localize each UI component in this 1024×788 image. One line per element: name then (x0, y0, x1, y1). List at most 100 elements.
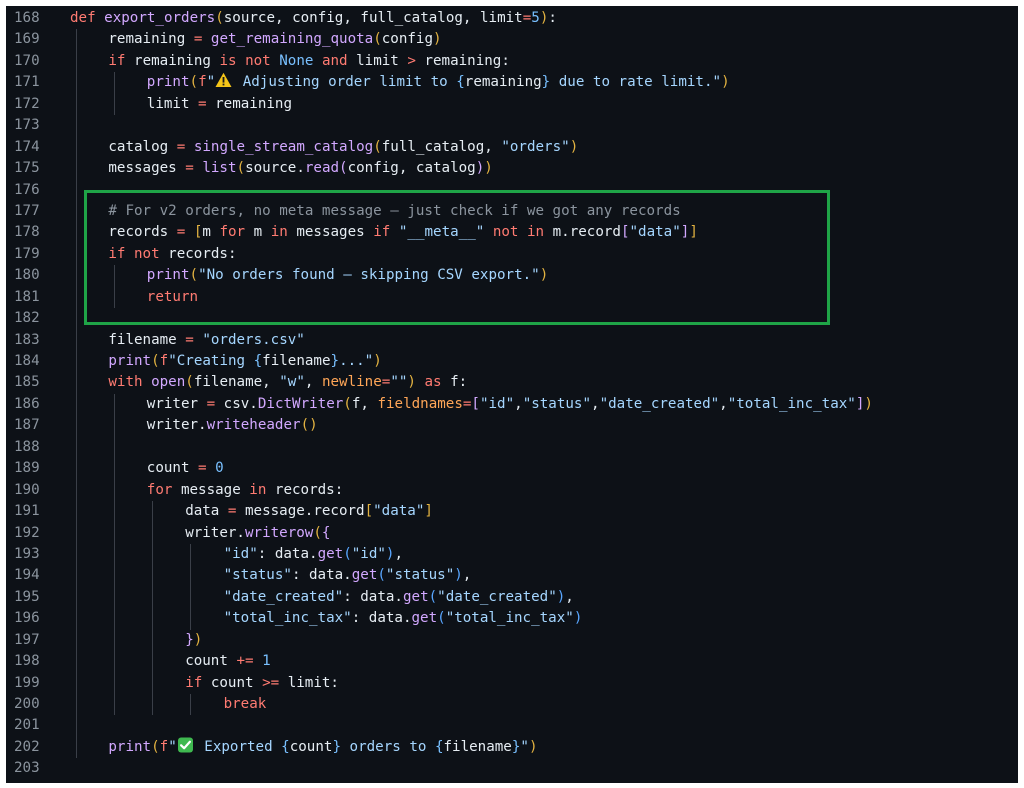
code-line[interactable]: 186 writer = csv.DictWriter(f, fieldnames… (6, 393, 1018, 416)
code-line[interactable]: 192 writer.writerow({ (6, 522, 1018, 544)
code-line[interactable]: 197}) (6, 629, 1018, 652)
code-text: records = [m for m in messages if "__met… (108, 222, 697, 243)
code-token: print (108, 738, 152, 755)
code-token: = (176, 138, 186, 155)
line-number: 187 (14, 417, 40, 434)
code-line[interactable]: 190 for message in records: (6, 479, 1018, 502)
indent-guide (114, 501, 115, 523)
code-token: count (202, 674, 263, 691)
indent-guide (114, 672, 115, 694)
code-line[interactable]: 180 print("No orders found – skipping CSV… (6, 265, 1018, 287)
indent-guide (76, 308, 77, 330)
code-line[interactable]: 171 print(f" Adjusting order limit to {re… (6, 72, 1018, 94)
code-line[interactable]: 177 # For v2 orders, no meta message — ju… (6, 200, 1018, 223)
code-line[interactable]: 179 if not records: (6, 243, 1018, 266)
code-text: return (147, 287, 198, 308)
code-line[interactable]: 203 (6, 758, 1018, 779)
code-line[interactable]: 183 filename = "orders.csv" (6, 329, 1018, 351)
line-number: 200 (14, 696, 40, 712)
code-token: ) (556, 588, 566, 605)
code-line[interactable]: 193 "id": data.get("id"), (6, 543, 1018, 566)
code-token: get (411, 610, 438, 627)
code-line[interactable]: 199 if count >= limit: (6, 672, 1018, 694)
code-token: f (198, 74, 207, 91)
indent-guide (76, 479, 77, 502)
code-line[interactable]: 189 count = 0 (6, 458, 1018, 480)
code-token: remaining: (415, 52, 510, 69)
code-token: ) (373, 353, 382, 369)
line-number: 188 (14, 438, 40, 455)
code-line[interactable]: 200 break (6, 694, 1018, 716)
code-line[interactable]: 175 messages = list(source.read(config, c… (6, 158, 1018, 180)
code-token: = (198, 460, 207, 477)
line-number: 191 (14, 503, 40, 520)
indent-guide (114, 479, 115, 502)
code-line[interactable]: 194 "status": data.get("status"), (6, 565, 1018, 587)
code-editor[interactable]: 168 def export_orders(source, config, ful… (6, 6, 1018, 783)
code-text: writer = csv.DictWriter(f, fieldnames=["… (147, 394, 873, 415)
code-line[interactable]: 174 catalog = single_stream_catalog(full_… (6, 136, 1018, 159)
code-token: return (146, 288, 199, 305)
code-token: export_orders (104, 10, 216, 26)
indent-guide (76, 136, 77, 159)
code-line[interactable]: 191 data = message.record["data"] (6, 501, 1018, 523)
line-number: 203 (14, 760, 40, 777)
code-line[interactable]: 201 (6, 715, 1018, 737)
code-token: ( (236, 160, 246, 177)
code-line[interactable]: 198 count += 1 (6, 651, 1018, 673)
code-token: ( (428, 588, 438, 605)
code-token: f, (351, 395, 378, 412)
code-token: ) (407, 374, 416, 391)
code-text: writer.writeheader() (147, 415, 318, 436)
code-line[interactable]: 181 return (6, 286, 1018, 309)
code-text: "status": data.get("status"), (224, 565, 472, 586)
code-token: "total_inc_tax" (727, 395, 856, 412)
code-token: for (219, 224, 246, 241)
code-line[interactable]: 196 "total_inc_tax": data.get("total_inc_… (6, 608, 1018, 630)
indent-guide (76, 222, 77, 244)
code-line[interactable]: 202 print(f" Exported {count} orders to {… (6, 736, 1018, 759)
code-token: "status" (522, 395, 592, 412)
code-token: " (206, 74, 216, 91)
line-number: 199 (14, 674, 40, 691)
code-token: > (407, 52, 416, 69)
code-line[interactable]: 178 records = [m for m in messages if "__… (6, 222, 1018, 244)
code-line[interactable]: 173 (6, 115, 1018, 137)
code-line[interactable]: 172 limit = remaining (6, 93, 1018, 116)
indent-guide (114, 458, 115, 480)
code-line[interactable]: 184 print(f"Creating {filename}...") (6, 351, 1018, 373)
code-line[interactable]: 188 (6, 436, 1018, 459)
code-token: "date_created" (599, 395, 720, 412)
line-number: 196 (14, 610, 40, 627)
code-line[interactable]: 185 with open(filename, "w", newline="") … (6, 372, 1018, 394)
code-token: ..." (339, 353, 374, 369)
code-text: with open(filename, "w", newline="") as … (108, 372, 467, 393)
code-token: } (185, 631, 194, 648)
code-line[interactable]: 170 if remaining is not None and limit > … (6, 50, 1018, 73)
code-token: ) (864, 395, 873, 412)
indent-guide (114, 565, 115, 587)
code-token: m.record (544, 224, 621, 241)
code-line[interactable]: 176 (6, 179, 1018, 201)
indent-guide (114, 415, 115, 437)
code-token: read (304, 160, 340, 177)
code-line[interactable]: 195 "date_created": data.get("date_create… (6, 586, 1018, 609)
line-number: 201 (14, 717, 40, 734)
code-token: " (168, 738, 177, 755)
code-line[interactable]: 182 (6, 308, 1018, 330)
code-token: not in (492, 224, 545, 241)
code-token: "data" (629, 224, 681, 241)
code-line[interactable]: 187 writer.writeheader() (6, 415, 1018, 437)
line-number: 195 (14, 588, 40, 605)
line-number: 197 (14, 631, 40, 648)
code-token: as (415, 374, 442, 391)
code-token: "" (390, 374, 408, 391)
code-line[interactable]: 168 def export_orders(source, config, ful… (6, 8, 1018, 29)
code-line[interactable]: 169 remaining = get_remaining_quota(confi… (6, 29, 1018, 51)
code-token: orders to (340, 738, 435, 755)
code-token: = (198, 95, 207, 112)
code-token: if (185, 674, 203, 691)
indent-guide (76, 501, 77, 523)
code-token: writer. (146, 417, 207, 434)
indent-guide (114, 629, 115, 652)
